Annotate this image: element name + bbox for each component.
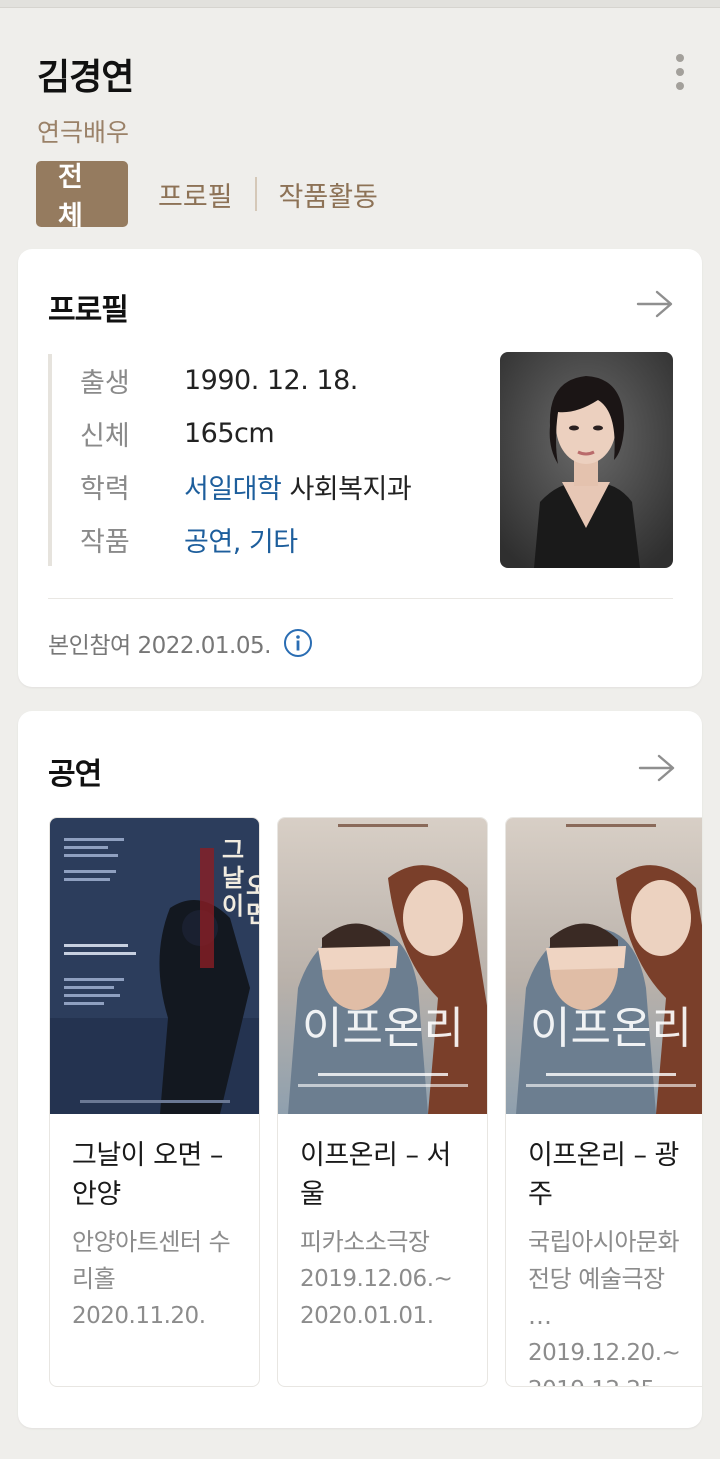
performance-date: 2020.11.20. [72,1303,206,1329]
performance-item[interactable]: 그날이오면 그날이 오면 – 안양 안양아트센터 수리홀 [49,817,260,1387]
profile-row-works: 작품 공연, 기타 [80,513,468,566]
card-divider [48,598,673,599]
profile-key: 신체 [80,421,130,452]
performance-list: 그날이오면 그날이 오면 – 안양 안양아트센터 수리홀 [49,817,702,1387]
performance-arrow-icon[interactable] [638,753,676,783]
performance-venue: 피카소소극장 [300,1228,430,1256]
performance-venue: 국립아시아문화전당 예술극장 … [528,1228,680,1330]
performance-title-text: 그날이 오면 – 안양 [72,1140,223,1210]
profile-title: 프로필 [48,293,129,328]
profile-row-body: 신체 165cm [80,407,468,460]
self-participation: 본인참여 2022.01.05. [48,626,313,660]
info-icon[interactable] [283,628,313,658]
profile-card: 프로필 출생 1990. 12. 18. 신체 165cm 학력 서일대학 사회… [18,249,702,687]
profile-row-birth: 출생 1990. 12. 18. [80,354,468,407]
works-link-etc[interactable]: 기타 [249,527,298,558]
performance-poster: 이프온리 [506,818,702,1114]
works-link-performance[interactable]: 공연 [184,527,233,558]
profile-key: 작품 [80,527,130,558]
profile-photo[interactable] [500,352,673,568]
performance-venue: 안양아트센터 수리홀 [72,1228,231,1293]
performance-poster: 이프온리 [278,818,487,1114]
person-name: 김경연 [37,57,134,98]
performance-title-text: 이프온리 – 광주 [528,1140,679,1210]
profile-value: 165cm [184,418,275,449]
self-participation-text: 본인참여 2022.01.05. [48,633,271,659]
tab-works[interactable]: 작품활동 [265,161,392,227]
performance-title-text: 이프온리 – 서울 [300,1140,451,1210]
profile-info: 출생 1990. 12. 18. 신체 165cm 학력 서일대학 사회복지과 … [48,354,468,566]
performance-item[interactable]: 이프온리 이프온리 – 서울 피카소소극장 2019.12.06.~ 2020.… [277,817,488,1387]
profile-arrow-icon[interactable] [636,289,674,319]
performance-date: 2019.12.06.~ 2020.01.01. [300,1266,453,1329]
works-separator: , [232,527,249,558]
more-options-icon[interactable] [668,50,692,94]
profile-row-education: 학력 서일대학 사회복지과 [80,460,468,513]
performance-date: 2019.12.20.~ 2019.12.25. [528,1340,681,1386]
profile-value: 1990. 12. 18. [184,365,358,396]
poster-title-text: 이프온리 [302,1003,464,1054]
profile-key: 출생 [80,368,130,399]
status-divider [0,0,720,8]
profile-value: 사회복지과 [281,474,412,505]
person-job: 연극배우 [37,118,130,147]
performance-item[interactable]: 이프온리 이프온리 – 광주 국립아시아문화전당 예술극장 … 2019.12.… [505,817,702,1387]
performance-title: 공연 [48,757,102,792]
tab-bar: 전체 프로필 작품활동 [36,161,392,232]
tab-separator [254,177,257,211]
performance-card: 공연 그날이오면 [18,711,702,1428]
profile-key: 학력 [80,474,130,505]
school-link[interactable]: 서일대학 [184,474,282,505]
poster-title-text: 이프온리 [530,1003,692,1054]
performance-poster: 그날이오면 [50,818,259,1114]
tab-all[interactable]: 전체 [36,161,128,232]
tab-profile[interactable]: 프로필 [144,161,247,227]
